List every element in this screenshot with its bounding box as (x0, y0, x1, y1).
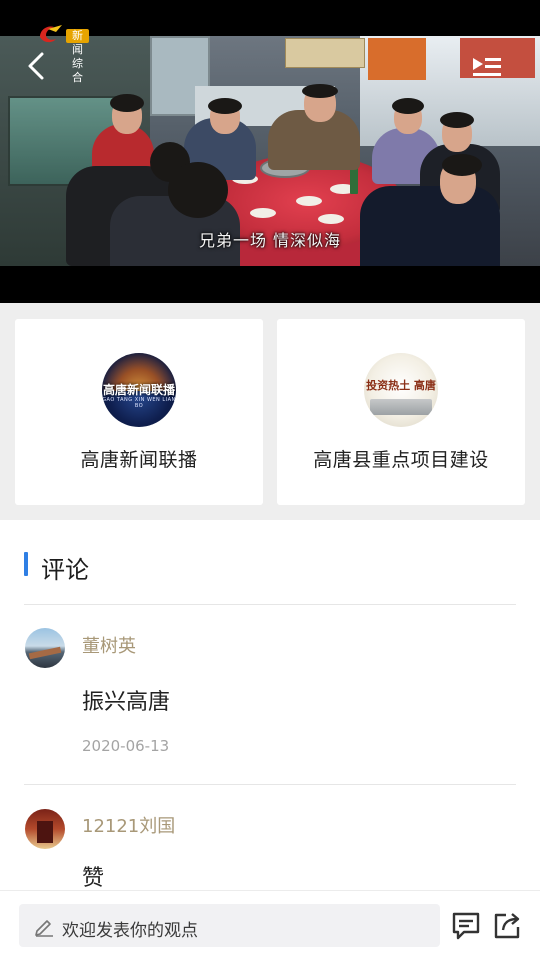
channel-label: 新闻综合 (66, 29, 89, 84)
comment-username[interactable]: 12121刘国 (82, 812, 175, 838)
comment-input-placeholder: 欢迎发表你的观点 (62, 921, 198, 941)
video-subtitle: 兄弟一场 情深似海 (198, 231, 342, 250)
thumbnail-logo-subtext: GAO TANG XIN WEN LIAN BO (102, 397, 176, 409)
video-player[interactable]: 兄弟一场 情深似海 新闻综合 (0, 0, 540, 303)
program-card-news[interactable]: 高唐新闻联播 GAO TANG XIN WEN LIAN BO 高唐新闻联播 (15, 319, 263, 505)
comment-text: 赞 (82, 866, 105, 890)
comment-username[interactable]: 董树英 (82, 632, 136, 658)
comments-title: 评论 (41, 556, 89, 584)
avatar[interactable] (25, 628, 65, 668)
bottom-action-bar: 欢迎发表你的观点 (0, 890, 540, 960)
chevron-left-icon[interactable] (22, 48, 52, 84)
program-title: 高唐县重点项目建设 (313, 449, 489, 471)
program-card-projects[interactable]: 投资热土 高唐 高唐县重点项目建设 (277, 319, 525, 505)
avatar[interactable] (25, 809, 65, 849)
comment-input[interactable]: 欢迎发表你的观点 (19, 904, 440, 947)
share-icon[interactable] (491, 910, 523, 942)
playlist-icon[interactable] (470, 52, 504, 82)
comments-section: 评论 董树英 振兴高唐 2020-06-13 12121刘国 赞 (0, 520, 540, 890)
program-thumbnail: 投资热土 高唐 (364, 353, 438, 427)
comment-date: 2020-06-13 (82, 737, 170, 755)
channel-logo-icon (40, 25, 62, 43)
thumbnail-logo-text: 投资热土 高唐 (366, 379, 436, 392)
program-title: 高唐新闻联播 (80, 449, 198, 471)
thumbnail-logo-text: 高唐新闻联播 (102, 383, 175, 397)
program-thumbnail: 高唐新闻联播 GAO TANG XIN WEN LIAN BO (102, 353, 176, 427)
comment-icon[interactable] (450, 911, 482, 941)
comment-text: 振兴高唐 (82, 690, 171, 715)
divider (24, 604, 516, 605)
related-programs: 高唐新闻联播 GAO TANG XIN WEN LIAN BO 高唐新闻联播 投… (0, 303, 540, 520)
divider (24, 784, 516, 785)
pen-icon (35, 920, 53, 937)
section-accent-bar (24, 552, 28, 576)
